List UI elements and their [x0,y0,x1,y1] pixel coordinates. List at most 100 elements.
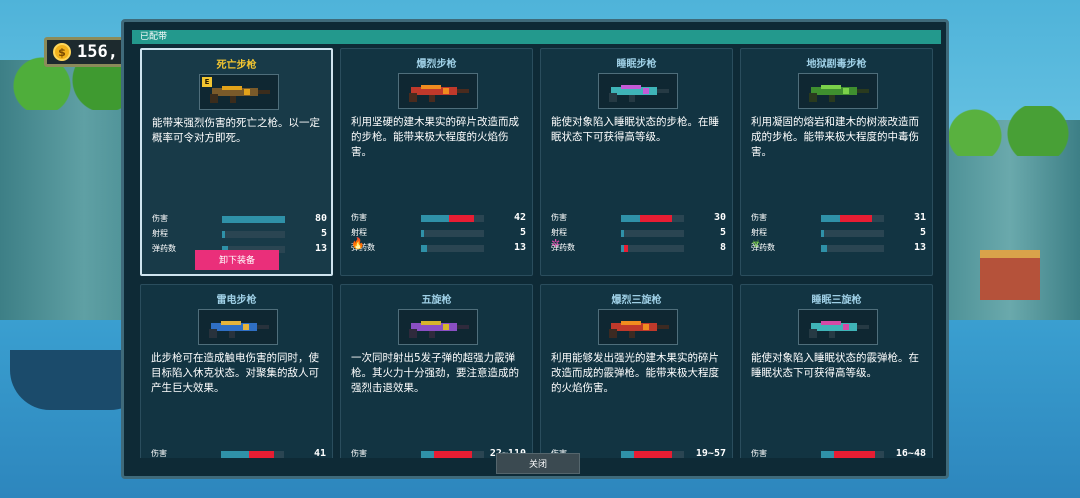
stat-bar-base [621,215,640,222]
stat-bar-base [621,451,634,458]
stat-bar-bonus [624,245,628,252]
stat-label: 弹药数 [152,244,176,253]
stat-bar [821,230,884,237]
stat-row: 伤害 31 [751,212,926,224]
stat-row: 伤害 30 [551,212,726,224]
stat-row: 射程 5 [551,227,726,239]
stat-bar-bonus [449,215,474,222]
stat-bar-base [821,230,824,237]
poison-rifle-icon [798,73,878,109]
stat-bar-bonus [634,451,672,458]
stat-label: 伤害 [551,213,567,222]
gun-sprite [209,321,269,338]
stat-bar-base [222,216,285,223]
stat-row: 伤害 80 [152,213,327,225]
stat-label: 伤害 [351,449,367,458]
stat-bar-base [821,215,840,222]
gun-sprite [609,321,669,338]
stat-bar-base [221,451,249,458]
stat-row: 伤害 42 [351,212,526,224]
weapon-card[interactable]: 睡眠步枪能使对象陷入睡眠状态的步枪。在睡眠状态下可获得高等级。伤害 30 射程 5 弹药… [540,48,733,276]
equipped-badge: E [202,77,212,87]
sleep-rifle-icon [598,73,678,109]
weapon-card[interactable]: 地狱剧毒步枪 利用凝固的熔岩和建木的树液改造而成的步枪。能带来极大程度的中毒伤害。… [740,48,933,276]
stat-value: 5 [719,227,726,238]
stat-value: 5 [320,228,327,239]
gun-sprite [409,321,469,338]
stat-row: 伤害 16~48 [751,448,926,458]
unequip-button[interactable]: 卸下装备 [195,250,279,270]
stat-bar [821,215,884,222]
stat-value: 30 [713,212,726,223]
weapon-name: 地狱剧毒步枪 [806,59,867,70]
stat-row: 弹药数 8 [551,242,726,254]
stat-bar-base [421,451,434,458]
stat-label: 射程 [152,229,168,238]
weapon-card[interactable]: 爆烈三旋枪利用能够发出强光的建木果实的碎片改造而成的霰弹枪。能带来极大程度的火焰… [540,284,733,458]
stat-bar-bonus [640,215,672,222]
stat-row: 弹药数 13 [351,242,526,254]
sleep-icon: ✲ [551,237,561,250]
stat-bar-bonus [834,451,875,458]
stat-bar [621,215,684,222]
stat-label: 伤害 [751,213,767,222]
stat-bar-base [421,230,424,237]
stat-bar-bonus [840,215,872,222]
gun-sprite [809,85,869,102]
stat-value: 13 [513,242,526,253]
weapon-description: 能使对象陷入睡眠状态的霰弹枪。在睡眠状态下可获得高等级。 [751,352,919,379]
blast-rifle-icon [398,73,478,109]
stat-value: 5 [919,227,926,238]
weapon-name: 五旋枪 [421,295,452,306]
stat-value: 8 [719,242,726,253]
weapon-description: 利用能够发出强光的建木果实的碎片改造而成的霰弹枪。能带来极大程度的火焰伤害。 [551,352,719,394]
weapon-name: 爆烈三旋枪 [611,295,662,306]
stat-bar-base [821,451,834,458]
weapon-name: 死亡步枪 [216,60,257,71]
weapon-card[interactable]: 死亡步枪 E 能带来强烈伤害的死亡之枪。以一定概率可令对方即死。伤害 80 射程 5 弹药数… [140,48,333,276]
weapon-name: 雷电步枪 [216,295,257,306]
stat-bar [421,245,484,252]
stat-bar [421,215,484,222]
stat-bar [421,451,484,458]
blast-triple-gun-icon [598,309,678,345]
sleep-triple-gun-icon [798,309,878,345]
stat-bar [621,245,684,252]
gun-sprite [409,85,469,102]
death-rifle-icon: E [199,74,279,110]
weapon-card[interactable]: 五旋枪 一次同时射出5发子弹的超强力霰弹枪。其火力十分强劲，要注意造成的强烈击退效… [340,284,533,458]
coin-icon: $ [53,43,71,61]
weapon-description: 能带来强烈伤害的死亡之枪。以一定概率可令对方即死。 [152,117,320,144]
thunder-rifle-icon [198,309,278,345]
weapon-grid[interactable]: 死亡步枪 E 能带来强烈伤害的死亡之枪。以一定概率可令对方即死。伤害 80 射程 5 弹药数… [140,48,936,458]
weapon-card[interactable]: 睡眠三旋枪 能使对象陷入睡眠状态的霰弹枪。在睡眠状态下可获得高等级。 伤害 16~48 [740,284,933,458]
stat-bar-bonus [434,451,472,458]
stat-row: 射程 5 [152,228,327,240]
stat-bar-base [421,245,427,252]
stat-row: 伤害 41 [151,448,326,458]
stat-value: 13 [913,242,926,253]
weapon-card[interactable]: 爆烈步枪 利用坚硬的建木果实的碎片改造而成的步枪。能带来极大程度的火焰伤害。 伤害 4… [340,48,533,276]
stat-bar [221,451,284,458]
stat-bar-base [821,245,827,252]
stat-bar [621,451,684,458]
fire-icon: 🔥 [351,237,365,250]
hut [980,250,1040,300]
gun-sprite [809,321,869,338]
weapon-card[interactable]: 雷电步枪 此步枪可在造成触电伤害的同时，使目标陷入休克状态。对聚集的敌人可产生巨大… [140,284,333,458]
weapon-name: 睡眠步枪 [616,59,657,70]
stat-label: 伤害 [751,449,767,458]
stat-bar-base [621,230,624,237]
stat-bar [222,216,285,223]
stat-value: 42 [513,212,526,223]
stat-bar-base [222,231,225,238]
stat-bar-base [421,215,449,222]
stat-bar [421,230,484,237]
stat-label: 伤害 [152,214,168,223]
stat-row: 射程 5 [351,227,526,239]
stat-value: 31 [913,212,926,223]
weapon-description: 能使对象陷入睡眠状态的步枪。在睡眠状态下可获得高等级。 [551,116,719,143]
stat-bar [821,451,884,458]
stat-row: 射程 5 [751,227,926,239]
close-button[interactable]: 关闭 [496,453,580,474]
